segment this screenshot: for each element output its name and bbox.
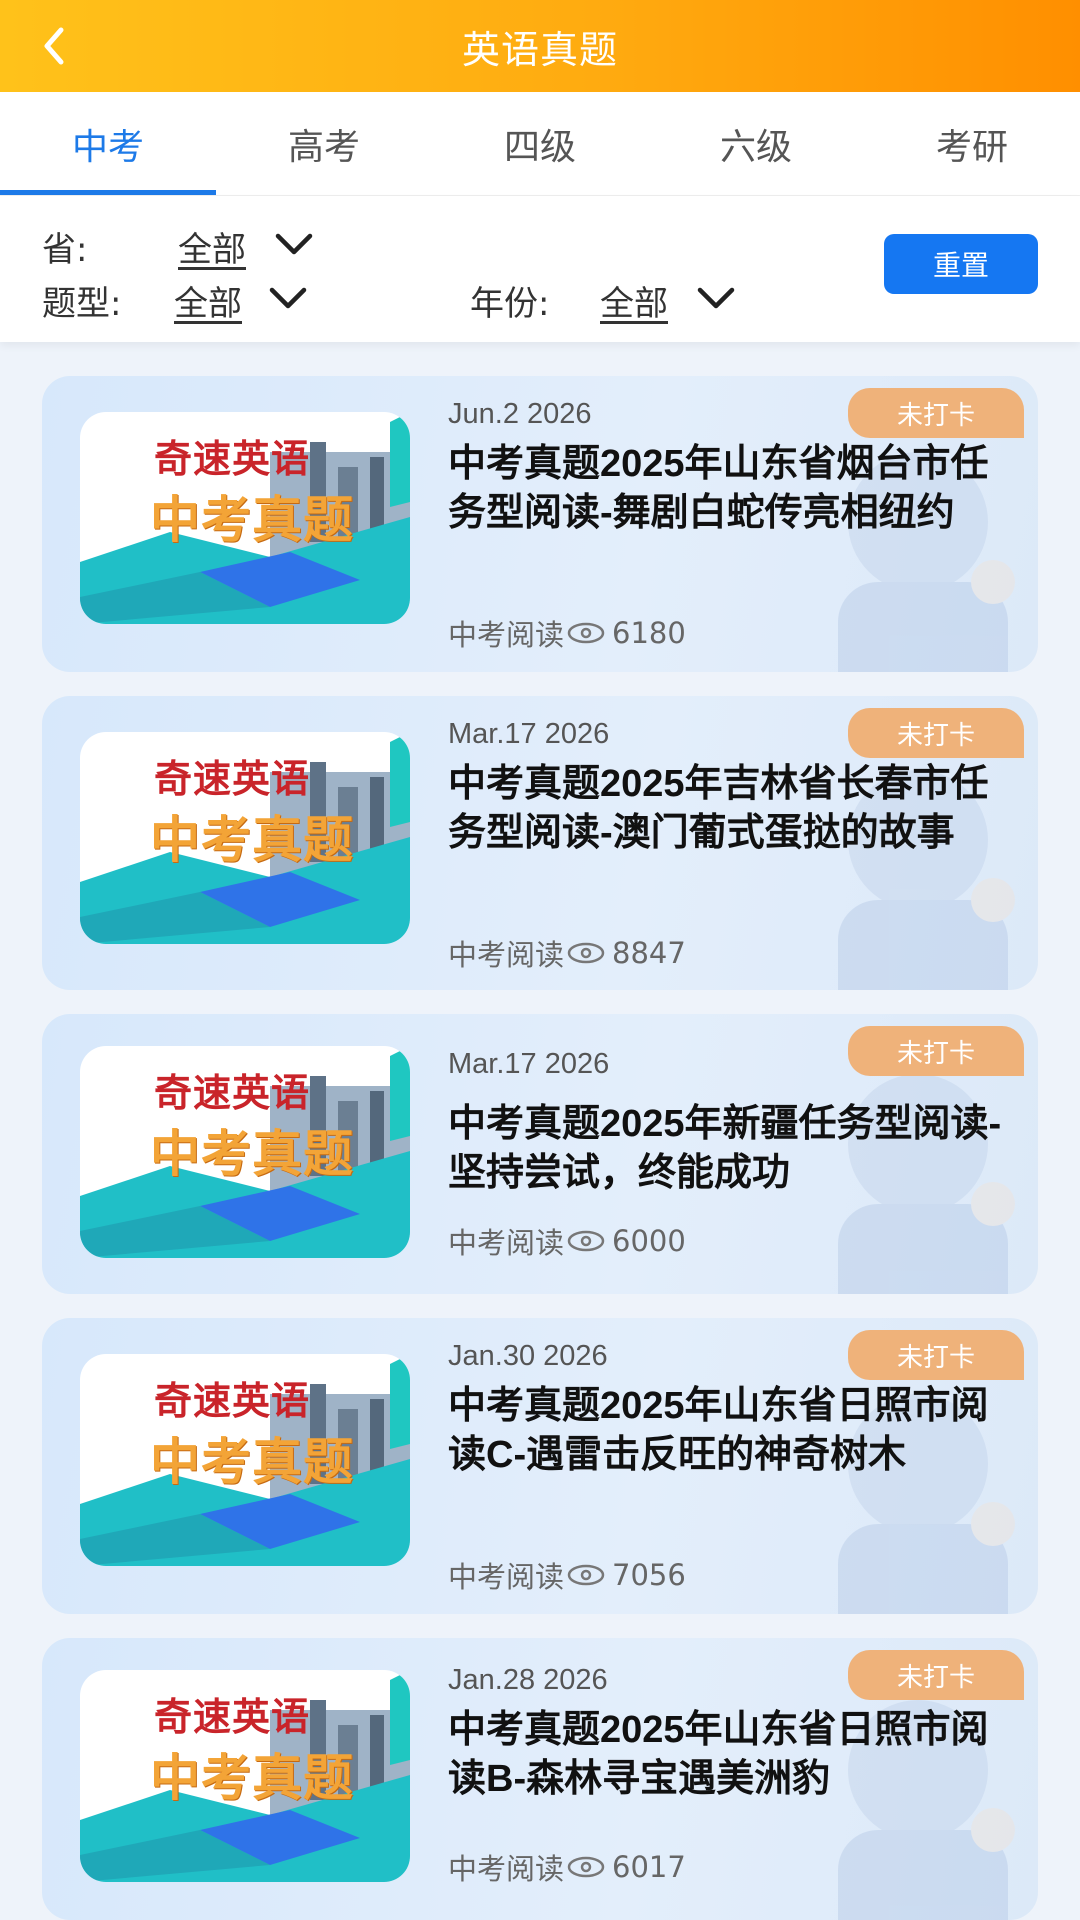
tab-kaoyan[interactable]: 考研 — [864, 92, 1080, 195]
article-category: 中考阅读 — [448, 1560, 565, 1594]
view-count: 7056 — [612, 1558, 686, 1592]
top-bar: 英语真题 — [0, 0, 1080, 92]
article-category: 中考阅读 — [448, 618, 565, 652]
article-title: 中考真题2025年新疆任务型阅读-坚持尝试，终能成功 — [448, 1103, 1002, 1194]
filter-panel: 省: 全部 题型: 全部 年份: 全部 重置 — [0, 196, 1080, 342]
thumbnail-title: 中考真题 — [150, 1749, 354, 1807]
article-card[interactable]: 奇速英语 中考真题 Mar.17 2026 中考真题2025年吉林省长春市任务型… — [42, 696, 1038, 990]
question-type-select[interactable]: 全部 — [174, 276, 242, 325]
article-meta: 中考阅读 6180 — [448, 612, 686, 654]
chevron-down-icon[interactable] — [274, 230, 314, 258]
view-count: 8847 — [612, 936, 686, 970]
eye-icon — [567, 1230, 605, 1252]
thumbnail-title: 中考真题 — [150, 1125, 354, 1183]
article-title: 中考真题2025年山东省日照市阅读C-遇雷击反旺的神奇树木 — [448, 1385, 989, 1476]
checkin-status-badge: 未打卡 — [848, 708, 1024, 758]
article-thumbnail: 奇速英语 中考真题 — [80, 1354, 410, 1566]
tab-gaokao[interactable]: 高考 — [216, 92, 432, 195]
thumbnail-title: 中考真题 — [150, 1433, 354, 1491]
article-title: 中考真题2025年山东省烟台市任务型阅读-舞剧白蛇传亮相纽约 — [448, 443, 989, 534]
year-label: 年份: — [470, 284, 550, 324]
tab-zhongkao[interactable]: 中考 — [0, 92, 216, 195]
view-count: 6017 — [612, 1850, 686, 1884]
article-date: Jan.28 2026 — [448, 1664, 608, 1696]
thumbnail-brand: 奇速英语 — [154, 757, 311, 801]
eye-icon — [567, 942, 605, 964]
year-select[interactable]: 全部 — [600, 276, 668, 325]
article-meta: 中考阅读 6000 — [448, 1220, 686, 1262]
chevron-left-icon — [44, 27, 64, 65]
article-card[interactable]: 奇速英语 中考真题 Jan.30 2026 中考真题2025年山东省日照市阅读C… — [42, 1318, 1038, 1614]
article-meta: 中考阅读 7056 — [448, 1554, 686, 1596]
back-button[interactable] — [30, 22, 78, 70]
thumbnail-brand: 奇速英语 — [154, 1379, 311, 1423]
chevron-down-icon[interactable] — [696, 284, 736, 312]
thumbnail-brand: 奇速英语 — [154, 1071, 311, 1115]
thumbnail-title: 中考真题 — [150, 811, 354, 869]
reset-button[interactable]: 重置 — [884, 234, 1038, 294]
page-title: 英语真题 — [461, 27, 618, 72]
view-count: 6180 — [612, 616, 686, 650]
article-thumbnail: 奇速英语 中考真题 — [80, 412, 410, 624]
article-date: Jan.30 2026 — [448, 1340, 608, 1372]
article-title: 中考真题2025年吉林省长春市任务型阅读-澳门葡式蛋挞的故事 — [448, 763, 989, 854]
exam-tabs: 中考 高考 四级 六级 考研 — [0, 92, 1080, 196]
question-type-label: 题型: — [42, 284, 122, 324]
checkin-status-badge: 未打卡 — [848, 1026, 1024, 1076]
article-list: 奇速英语 中考真题 Jun.2 2026 中考真题2025年山东省烟台市任务型阅… — [0, 342, 1080, 1920]
article-card[interactable]: 奇速英语 中考真题 Jan.28 2026 中考真题2025年山东省日照市阅读B… — [42, 1638, 1038, 1920]
article-category: 中考阅读 — [448, 938, 565, 972]
eye-icon — [567, 622, 605, 644]
eye-icon — [567, 1856, 605, 1878]
tab-cet6[interactable]: 六级 — [648, 92, 864, 195]
province-select[interactable]: 全部 — [178, 222, 246, 271]
province-label: 省: — [42, 230, 88, 270]
chevron-down-icon[interactable] — [268, 284, 308, 312]
thumbnail-brand: 奇速英语 — [154, 1695, 311, 1739]
thumbnail-brand: 奇速英语 — [154, 437, 311, 481]
tab-cet4[interactable]: 四级 — [432, 92, 648, 195]
view-count: 6000 — [612, 1224, 686, 1258]
checkin-status-badge: 未打卡 — [848, 1330, 1024, 1380]
checkin-status-badge: 未打卡 — [848, 1650, 1024, 1700]
article-card[interactable]: 奇速英语 中考真题 Mar.17 2026 中考真题2025年新疆任务型阅读-坚… — [42, 1014, 1038, 1294]
article-date: Jun.2 2026 — [448, 398, 592, 430]
article-meta: 中考阅读 8847 — [448, 932, 686, 974]
article-title: 中考真题2025年山东省日照市阅读B-森林寻宝遇美洲豹 — [448, 1709, 989, 1800]
eye-icon — [567, 1564, 605, 1586]
article-date: Mar.17 2026 — [448, 1048, 610, 1080]
checkin-status-badge: 未打卡 — [848, 388, 1024, 438]
article-category: 中考阅读 — [448, 1226, 565, 1260]
article-category: 中考阅读 — [448, 1852, 565, 1886]
article-date: Mar.17 2026 — [448, 718, 610, 750]
article-card[interactable]: 奇速英语 中考真题 Jun.2 2026 中考真题2025年山东省烟台市任务型阅… — [42, 376, 1038, 672]
article-thumbnail: 奇速英语 中考真题 — [80, 732, 410, 944]
article-thumbnail: 奇速英语 中考真题 — [80, 1670, 410, 1882]
article-meta: 中考阅读 6017 — [448, 1846, 686, 1888]
thumbnail-title: 中考真题 — [150, 491, 354, 549]
article-thumbnail: 奇速英语 中考真题 — [80, 1046, 410, 1258]
